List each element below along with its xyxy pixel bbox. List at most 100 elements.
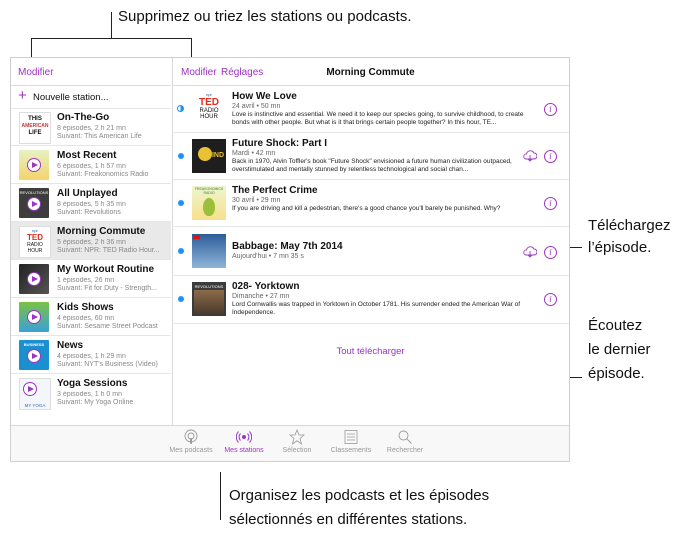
callout-listen-line2: le dernier	[588, 341, 651, 358]
station-meta-line2: Suivant: Fit for Duty - Strength...	[57, 285, 157, 292]
callout-top-line-vertical	[111, 12, 112, 38]
callout-listen-line1: Écoutez	[588, 317, 643, 334]
artwork-text: TED	[199, 97, 219, 108]
info-icon[interactable]: i	[544, 246, 557, 259]
tab-search[interactable]: Rechercher	[375, 429, 435, 454]
this-american-life-artwork: THIS AMERICAN LIFE	[19, 112, 51, 144]
callout-bottom-line2: sélectionnés en différentes stations.	[229, 511, 468, 528]
tab-featured[interactable]: Sélection	[267, 429, 327, 454]
babbage-artwork	[192, 234, 226, 268]
station-meta-line2: Suivant: NYT's Business (Video)	[57, 361, 158, 368]
mind-artwork: MIND	[192, 139, 226, 173]
freakonomics-artwork	[19, 150, 49, 180]
episode-description: If you are driving and kill a pedestrian…	[232, 205, 501, 212]
episode-title: Babbage: May 7th 2014	[232, 241, 343, 252]
episode-description: Love is instinctive and essential. We ne…	[232, 111, 524, 126]
unplayed-dot	[178, 296, 184, 302]
station-row-morning-commute[interactable]: npr TED RADIO HOUR Morning Commute 5 épi…	[11, 222, 171, 260]
ted-radio-hour-artwork: npr TED RADIO HOUR	[192, 92, 226, 126]
tab-label: Classements	[330, 447, 372, 454]
artwork-text: REVOLUTIONS	[19, 190, 49, 195]
station-row-yoga-sessions[interactable]: MY YOGA Yoga Sessions 3 épisodes, 1 h 0 …	[11, 374, 171, 412]
artwork-text: MY YOGA	[24, 403, 46, 408]
tab-top-charts[interactable]: Classements	[321, 429, 381, 454]
episode-row-babbage[interactable]: Babbage: May 7th 2014 Aujourd'hui • 7 mn…	[172, 227, 569, 276]
cloud-download-icon[interactable]	[523, 246, 537, 258]
cloud-download-icon[interactable]	[523, 150, 537, 162]
station-title: Most Recent	[57, 150, 117, 161]
sidebar-topbar: Modifier	[11, 58, 171, 86]
station-detail: Modifier Réglages Morning Commute npr TE…	[172, 58, 569, 428]
station-meta-line1: 3 épisodes, 1 h 0 mn	[57, 391, 122, 398]
nyt-business-artwork: BUSINESS	[19, 340, 49, 370]
unplayed-dot	[178, 248, 184, 254]
station-title: Yoga Sessions	[57, 378, 128, 389]
episode-title: How We Love	[232, 91, 297, 102]
station-meta: 3 épisodes, 1 h 0 mn Suivant: My Yoga Onl…	[57, 391, 169, 407]
download-all-button[interactable]: Tout télécharger	[172, 346, 569, 357]
episode-row-the-perfect-crime[interactable]: FREAKONOMICS RADIO The Perfect Crime 30 …	[172, 180, 569, 227]
stations-sidebar: Modifier + Nouvelle station... THIS AMER…	[11, 58, 173, 428]
podcasts-icon	[184, 429, 198, 444]
station-meta-line1: 6 épisodes, 1 h 57 mn	[57, 163, 126, 170]
episode-row-yorktown[interactable]: REVOLUTIONS 028- Yorktown Dimanche • 27 …	[172, 276, 569, 324]
episode-row-how-we-love[interactable]: npr TED RADIO HOUR How We Love 24 avril …	[172, 86, 569, 133]
tab-my-podcasts[interactable]: Mes podcasts	[161, 429, 221, 454]
station-meta: 6 épisodes, 1 h 57 mn Suivant: Freakonomi…	[57, 163, 169, 179]
station-meta-line1: 4 épisodes, 1 h 29 mn	[57, 353, 126, 360]
artwork-text: HOUR	[200, 114, 218, 120]
station-title: On-The-Go	[57, 112, 110, 123]
new-station-row[interactable]: + Nouvelle station...	[11, 86, 171, 109]
page-title: Morning Commute	[326, 67, 415, 78]
info-icon[interactable]: i	[544, 293, 557, 306]
episode-title: Future Shock: Part I	[232, 138, 328, 149]
station-row-my-workout-routine[interactable]: My Workout Routine 1 épisodes, 26 mn Suiv…	[11, 260, 171, 298]
info-icon[interactable]: i	[544, 150, 557, 163]
play-icon	[27, 158, 41, 172]
station-meta-line2: Suivant: This American Life	[57, 133, 142, 140]
episode-description: Lord Cornwallis was trapped in Yorktown …	[232, 301, 521, 316]
station-meta-line2: Suivant: My Yoga Online	[57, 399, 134, 406]
episode-date: Mardi • 42 mn	[232, 150, 276, 157]
episode-description: Back in 1970, Alvin Toffler's book "Futu…	[232, 158, 512, 173]
station-meta: 8 épisodes, 2 h 21 mn Suivant: This Ameri…	[57, 125, 169, 141]
episode-row-future-shock[interactable]: MIND Future Shock: Part I Mardi • 42 mn …	[172, 133, 569, 180]
station-meta-line2: Suivant: Sesame Street Podcast	[57, 323, 158, 330]
list-icon	[344, 430, 358, 444]
pear-shape	[203, 198, 215, 216]
station-row-news[interactable]: BUSINESS News 4 épisodes, 1 h 29 mn Suiva…	[11, 336, 171, 374]
station-meta-line1: 4 épisodes, 60 mn	[57, 315, 115, 322]
station-meta: 1 épisodes, 26 mn Suivant: Fit for Duty -…	[57, 277, 169, 293]
tab-label: Mes stations	[224, 447, 264, 454]
station-row-on-the-go[interactable]: THIS AMERICAN LIFE On-The-Go 8 épisodes,…	[11, 108, 171, 146]
info-icon[interactable]: i	[544, 197, 557, 210]
station-row-kids-shows[interactable]: Kids Shows 4 épisodes, 60 mn Suivant: Ses…	[11, 298, 171, 336]
plus-icon: +	[18, 87, 27, 104]
episode-date: 24 avril • 50 mn	[232, 103, 281, 110]
station-title: News	[57, 340, 84, 351]
tab-my-stations[interactable]: Mes stations	[214, 429, 274, 454]
station-meta: 8 épisodes, 5 h 35 mn Suivant: Revolution…	[57, 201, 169, 217]
station-meta-line2: Suivant: Revolutions	[57, 209, 121, 216]
episode-date: Aujourd'hui • 7 mn 35 s	[232, 253, 304, 260]
play-icon	[27, 310, 41, 324]
artwork-text: BUSINESS	[23, 342, 45, 347]
station-row-most-recent[interactable]: Most Recent 6 épisodes, 1 h 57 mn Suivant…	[11, 146, 171, 184]
tab-label: Rechercher	[386, 447, 424, 454]
sidebar-edit-button[interactable]: Modifier	[18, 67, 54, 78]
tab-bar: Mes podcasts Mes stations Sélection Clas…	[11, 425, 569, 461]
callout-download-line2: l’épisode.	[588, 239, 652, 256]
station-meta: 4 épisodes, 1 h 29 mn Suivant: NYT's Busi…	[57, 353, 169, 369]
play-icon	[27, 349, 41, 363]
tab-label: Mes podcasts	[169, 447, 213, 454]
station-meta-line1: 8 épisodes, 2 h 21 mn	[57, 125, 126, 132]
info-icon[interactable]: i	[544, 103, 557, 116]
play-icon	[27, 272, 41, 286]
partially-played-icon	[177, 105, 184, 112]
callout-download-line1: Téléchargez	[588, 217, 671, 234]
workout-artwork	[19, 264, 49, 294]
station-title: Kids Shows	[57, 302, 114, 313]
artwork-text: AMERICAN	[21, 123, 49, 129]
station-row-all-unplayed[interactable]: REVOLUTIONS All Unplayed 8 épisodes, 5 h…	[11, 184, 171, 222]
artwork-text: REVOLUTIONS	[194, 284, 224, 289]
